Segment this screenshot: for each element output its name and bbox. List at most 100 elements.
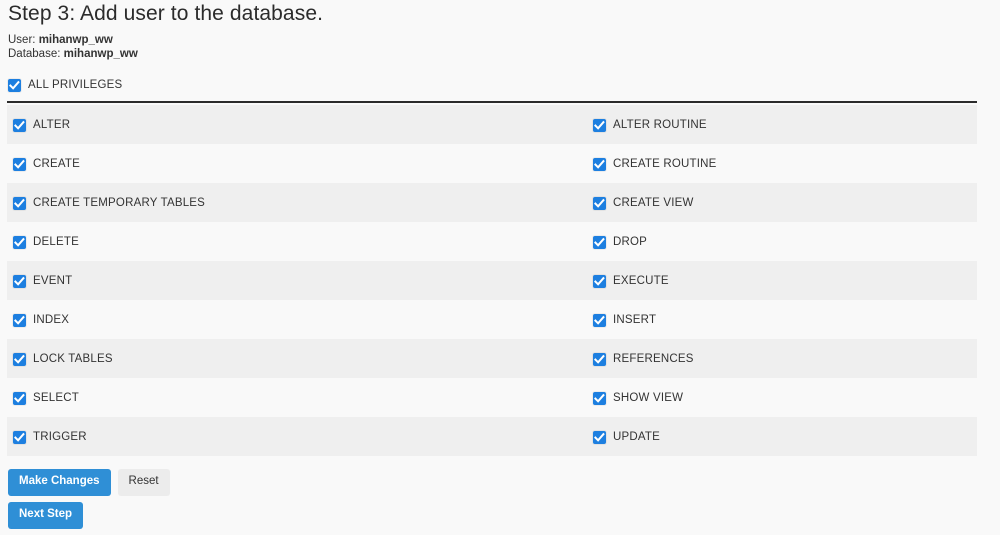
check-icon xyxy=(14,315,25,325)
privilege-checkbox[interactable] xyxy=(593,118,606,132)
privilege-checkbox[interactable] xyxy=(593,352,606,366)
privilege-checkbox[interactable] xyxy=(13,391,26,405)
check-icon xyxy=(594,237,605,247)
user-database-summary: User: mihanwp_ww Database: mihanwp_ww xyxy=(8,33,138,61)
check-icon xyxy=(594,354,605,364)
privilege-checkbox-row[interactable]: CREATE xyxy=(13,156,80,172)
check-icon xyxy=(9,80,20,90)
privilege-label: DELETE xyxy=(33,236,79,248)
privilege-label: CREATE ROUTINE xyxy=(613,158,717,170)
next-step-button[interactable]: Next Step xyxy=(8,502,84,529)
privilege-label: ALTER ROUTINE xyxy=(613,119,707,131)
all-privileges-checkbox[interactable] xyxy=(8,78,21,92)
check-icon xyxy=(14,159,25,169)
all-privileges-label: ALL PRIVILEGES xyxy=(28,79,123,91)
form-actions: Make Changes Reset xyxy=(8,469,170,496)
privilege-label: ALTER xyxy=(33,119,71,131)
check-icon xyxy=(594,198,605,208)
privilege-row: TRIGGER UPDATE xyxy=(7,417,977,456)
privilege-row: SELECT SHOW VIEW xyxy=(7,378,977,417)
privilege-checkbox[interactable] xyxy=(13,157,26,171)
privileges-grid: ALTER ALTER ROUTINE CREATE CREATE ROUTINE CR… xyxy=(7,105,977,456)
check-icon xyxy=(14,237,25,247)
privilege-checkbox-row[interactable]: UPDATE xyxy=(593,429,660,445)
privilege-row: EVENT EXECUTE xyxy=(7,261,977,300)
privilege-label: REFERENCES xyxy=(613,353,694,365)
privilege-checkbox-row[interactable]: EXECUTE xyxy=(593,273,669,289)
privilege-label: EVENT xyxy=(33,275,73,287)
privilege-checkbox[interactable] xyxy=(13,235,26,249)
privilege-checkbox[interactable] xyxy=(13,118,26,132)
privilege-checkbox[interactable] xyxy=(593,157,606,171)
privilege-label: CREATE TEMPORARY TABLES xyxy=(33,197,206,209)
database-value: mihanwp_ww xyxy=(63,48,138,60)
check-icon xyxy=(14,198,25,208)
privilege-checkbox-row[interactable]: LOCK TABLES xyxy=(13,351,113,367)
privilege-checkbox-row[interactable]: DROP xyxy=(593,234,647,250)
check-icon xyxy=(14,393,25,403)
privilege-row: DELETE DROP xyxy=(7,222,977,261)
privilege-checkbox-row[interactable]: EVENT xyxy=(13,273,72,289)
privilege-checkbox-row[interactable]: CREATE VIEW xyxy=(593,195,694,211)
section-divider xyxy=(7,101,977,103)
privilege-checkbox[interactable] xyxy=(593,430,606,444)
privilege-label: TRIGGER xyxy=(33,431,87,443)
check-icon xyxy=(594,315,605,325)
check-icon xyxy=(14,276,25,286)
privilege-checkbox[interactable] xyxy=(13,430,26,444)
user-line: User: mihanwp_ww xyxy=(8,33,138,47)
add-user-to-database-page: Step 3: Add user to the database. User: … xyxy=(0,0,1000,535)
privilege-row: CREATE CREATE ROUTINE xyxy=(7,144,977,183)
privilege-checkbox[interactable] xyxy=(13,313,26,327)
user-label: User: xyxy=(8,34,36,46)
privilege-label: UPDATE xyxy=(613,431,660,443)
privilege-row: INDEX INSERT xyxy=(7,300,977,339)
privilege-checkbox-row[interactable]: ALTER xyxy=(13,117,70,133)
privilege-row: LOCK TABLES REFERENCES xyxy=(7,339,977,378)
check-icon xyxy=(14,120,25,130)
privilege-checkbox-row[interactable]: REFERENCES xyxy=(593,351,694,367)
privilege-label: CREATE xyxy=(33,158,80,170)
privilege-checkbox-row[interactable]: CREATE TEMPORARY TABLES xyxy=(13,195,205,211)
page-title: Step 3: Add user to the database. xyxy=(8,2,324,25)
privilege-checkbox-row[interactable]: CREATE ROUTINE xyxy=(593,156,717,172)
privilege-checkbox-row[interactable]: INDEX xyxy=(13,312,69,328)
privilege-checkbox-row[interactable]: SHOW VIEW xyxy=(593,390,683,406)
privilege-checkbox[interactable] xyxy=(593,235,606,249)
make-changes-button[interactable]: Make Changes xyxy=(8,469,111,496)
check-icon xyxy=(594,393,605,403)
reset-button[interactable]: Reset xyxy=(117,469,170,496)
privilege-label: INDEX xyxy=(33,314,70,326)
privilege-checkbox[interactable] xyxy=(593,274,606,288)
check-icon xyxy=(14,432,25,442)
privilege-label: CREATE VIEW xyxy=(613,197,694,209)
database-line: Database: mihanwp_ww xyxy=(8,47,138,61)
user-value: mihanwp_ww xyxy=(38,34,113,46)
database-label: Database: xyxy=(8,48,61,60)
privilege-label: INSERT xyxy=(613,314,657,326)
privilege-checkbox-row[interactable]: SELECT xyxy=(13,390,79,406)
privilege-row: CREATE TEMPORARY TABLES CREATE VIEW xyxy=(7,183,977,222)
check-icon xyxy=(594,159,605,169)
privilege-checkbox[interactable] xyxy=(13,196,26,210)
check-icon xyxy=(14,354,25,364)
privilege-checkbox-row[interactable]: INSERT xyxy=(593,312,656,328)
privilege-checkbox[interactable] xyxy=(13,352,26,366)
privilege-label: LOCK TABLES xyxy=(33,353,113,365)
wizard-actions: Next Step xyxy=(8,502,84,529)
check-icon xyxy=(594,120,605,130)
privilege-checkbox-row[interactable]: TRIGGER xyxy=(13,429,87,445)
privilege-label: SHOW VIEW xyxy=(613,392,684,404)
privilege-label: SELECT xyxy=(33,392,79,404)
privilege-row: ALTER ALTER ROUTINE xyxy=(7,105,977,144)
privilege-checkbox[interactable] xyxy=(593,313,606,327)
privilege-checkbox-row[interactable]: DELETE xyxy=(13,234,79,250)
all-privileges-checkbox-row[interactable]: ALL PRIVILEGES xyxy=(8,77,122,93)
privilege-checkbox[interactable] xyxy=(13,274,26,288)
check-icon xyxy=(594,276,605,286)
privilege-checkbox-row[interactable]: ALTER ROUTINE xyxy=(593,117,707,133)
privilege-checkbox[interactable] xyxy=(593,391,606,405)
privilege-label: DROP xyxy=(613,236,648,248)
privilege-checkbox[interactable] xyxy=(593,196,606,210)
check-icon xyxy=(594,432,605,442)
